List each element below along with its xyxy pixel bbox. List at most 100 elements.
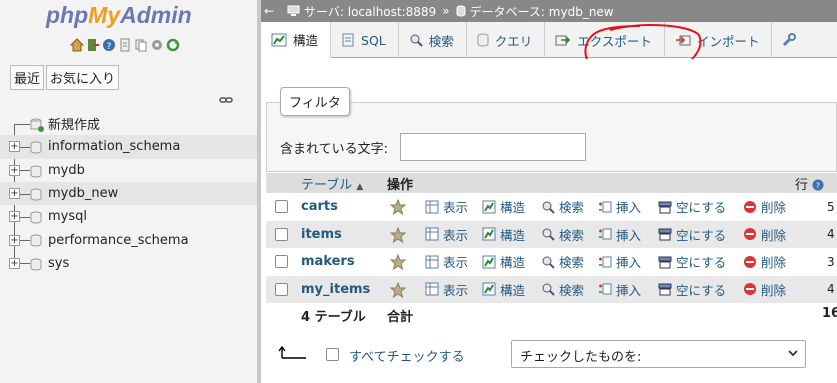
- chevron-down-icon: [788, 350, 798, 357]
- tree-item-label: information_schema: [48, 139, 181, 155]
- tables-list: テーブル ▲ 操作 行 ? carts 表示 構造 検索 挿入 空にする 削除 5 items 表…: [266, 173, 837, 325]
- action-structure[interactable]: 構造: [482, 197, 525, 216]
- tab-sql[interactable]: SQL: [331, 22, 399, 58]
- favorite-star-icon[interactable]: [390, 226, 406, 243]
- action-search[interactable]: 検索: [541, 197, 584, 216]
- action-insert[interactable]: 挿入: [598, 225, 641, 244]
- action-empty[interactable]: 空にする: [658, 225, 726, 244]
- recent-tab[interactable]: 最近: [10, 65, 45, 90]
- action-browse[interactable]: 表示: [425, 197, 468, 216]
- gear-icon[interactable]: [150, 38, 164, 52]
- tab-structure[interactable]: 構造: [261, 22, 332, 58]
- action-structure[interactable]: 構造: [482, 280, 525, 299]
- table-row: carts 表示 構造 検索 挿入 空にする 削除 5: [266, 193, 837, 221]
- table-name-link[interactable]: my_items: [301, 282, 370, 297]
- phpmyadmin-logo[interactable]: phpMyAdmin: [46, 2, 192, 29]
- row-checkbox[interactable]: [275, 227, 288, 241]
- expand-icon[interactable]: +: [9, 234, 20, 246]
- summary-total: 16: [822, 306, 837, 321]
- action-structure[interactable]: 構造: [482, 225, 525, 244]
- favorite-star-icon[interactable]: [390, 254, 406, 270]
- logout-icon[interactable]: [86, 38, 100, 52]
- breadcrumb-database[interactable]: データベース: mydb_new: [470, 3, 614, 20]
- favorite-star-icon[interactable]: [390, 199, 406, 215]
- table-name-link[interactable]: makers: [301, 254, 355, 269]
- action-browse[interactable]: 表示: [425, 225, 468, 244]
- bulk-actions: すべてチェックする チェックしたものを:: [266, 340, 837, 370]
- filter-label: 含まれている文字:: [280, 142, 388, 157]
- action-empty[interactable]: 空にする: [658, 252, 726, 271]
- drop-icon: [744, 283, 756, 296]
- link-icon[interactable]: [219, 95, 233, 105]
- help-icon[interactable]: ?: [102, 38, 116, 52]
- tree-item-new[interactable]: 新規作成: [0, 112, 257, 135]
- table-row: makers 表示 構造 検索 挿入 空にする 削除 3: [266, 248, 837, 276]
- tree-item-mydb-new[interactable]: + mydb_new: [0, 181, 257, 206]
- home-icon[interactable]: [70, 38, 84, 52]
- action-insert[interactable]: 挿入: [598, 197, 641, 216]
- action-search[interactable]: 検索: [541, 280, 584, 299]
- filter-input[interactable]: [400, 133, 586, 161]
- action-drop[interactable]: 削除: [743, 225, 786, 244]
- action-insert[interactable]: 挿入: [598, 280, 641, 299]
- main-tabs: 構造 SQL 検索 クエリ エクスポート インポート: [261, 22, 837, 58]
- table-name-link[interactable]: carts: [301, 199, 338, 214]
- expand-icon[interactable]: +: [9, 257, 20, 269]
- tree-item-sys[interactable]: + sys: [0, 252, 257, 275]
- action-drop[interactable]: 削除: [743, 280, 786, 299]
- row-checkbox[interactable]: [275, 282, 288, 296]
- row-count: 4: [827, 282, 835, 297]
- filter-legend: フィルタ: [280, 87, 350, 116]
- check-all-label[interactable]: すべてチェックする: [349, 346, 465, 365]
- tree-item-mysql[interactable]: + mysql: [0, 205, 257, 228]
- drop-icon: [744, 255, 756, 268]
- action-empty[interactable]: 空にする: [658, 197, 726, 216]
- reload-icon[interactable]: [166, 38, 180, 52]
- action-insert[interactable]: 挿入: [598, 252, 641, 271]
- check-all-checkbox[interactable]: [326, 348, 339, 361]
- tab-query[interactable]: クエリ: [467, 22, 546, 58]
- empty-icon: [658, 256, 672, 269]
- drop-icon: [744, 200, 756, 213]
- tree-item-mydb[interactable]: + mydb: [0, 159, 257, 182]
- column-header-rows[interactable]: 行 ?: [795, 174, 824, 193]
- database-icon: [456, 5, 466, 17]
- tree-item-information-schema[interactable]: + information_schema: [0, 135, 257, 159]
- table-row: my_items 表示 構造 検索 挿入 空にする 削除 4: [266, 275, 837, 303]
- arrow-left-up-icon: [278, 345, 306, 359]
- empty-icon: [658, 228, 672, 241]
- expand-icon[interactable]: +: [9, 188, 20, 200]
- action-drop[interactable]: 削除: [743, 252, 786, 271]
- expand-icon[interactable]: +: [9, 211, 20, 223]
- breadcrumb-server[interactable]: サーバ: localhost:8889: [304, 3, 436, 20]
- summary-row: 4 テーブル 合計 16: [266, 303, 837, 325]
- back-arrow-icon[interactable]: ←: [261, 4, 277, 18]
- tree-item-label: 新規作成: [48, 118, 101, 134]
- action-structure[interactable]: 構造: [482, 252, 525, 271]
- action-search[interactable]: 検索: [541, 252, 584, 271]
- structure-icon: [482, 282, 496, 296]
- favorites-tab[interactable]: お気に入り: [46, 65, 120, 90]
- sidebar-iconbar: ?: [70, 38, 180, 52]
- with-selected-select[interactable]: チェックしたものを:: [511, 340, 806, 368]
- expand-icon[interactable]: +: [9, 141, 20, 153]
- tree-item-performance-schema[interactable]: + performance_schema: [0, 228, 257, 251]
- action-browse[interactable]: 表示: [425, 280, 468, 299]
- help-icon[interactable]: ?: [812, 179, 824, 191]
- row-count: 3: [827, 254, 835, 269]
- action-browse[interactable]: 表示: [425, 252, 468, 271]
- row-checkbox[interactable]: [275, 255, 288, 269]
- docs-icon[interactable]: [118, 38, 132, 52]
- favorite-star-icon[interactable]: [390, 281, 406, 298]
- action-search[interactable]: 検索: [541, 225, 584, 244]
- expand-icon[interactable]: +: [9, 164, 20, 176]
- table-name-link[interactable]: items: [301, 227, 342, 242]
- row-checkbox[interactable]: [275, 200, 288, 214]
- action-drop[interactable]: 削除: [743, 197, 786, 216]
- action-empty[interactable]: 空にする: [658, 280, 726, 299]
- copy-icon[interactable]: [134, 38, 148, 52]
- tab-operations[interactable]: [772, 22, 814, 58]
- column-header-table[interactable]: テーブル ▲: [301, 174, 363, 193]
- tab-search[interactable]: 検索: [399, 22, 467, 58]
- breadcrumb: ← サーバ: localhost:8889 » データベース: mydb_new: [261, 0, 837, 22]
